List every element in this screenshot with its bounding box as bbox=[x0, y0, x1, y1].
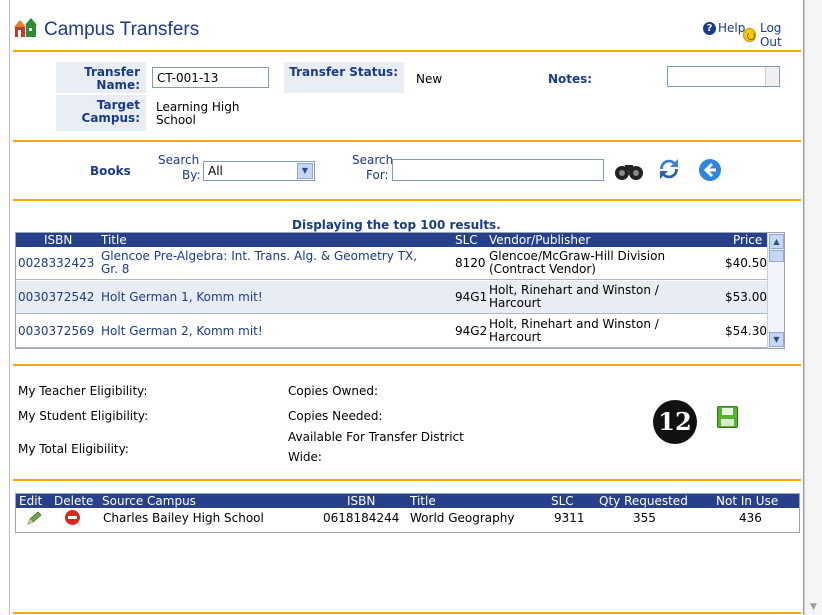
title-link[interactable]: Holt German 1, Komm mit! bbox=[101, 291, 263, 304]
logout-label: Log Out bbox=[759, 21, 782, 49]
help-icon: ? bbox=[703, 21, 716, 35]
section-divider bbox=[13, 140, 801, 142]
slc-cell: 94G2 bbox=[455, 324, 488, 338]
section-divider bbox=[13, 364, 801, 366]
section-divider bbox=[13, 479, 801, 481]
transfer-requests-grid: Edit Delete Source Campus ISBN Title SLC… bbox=[15, 493, 800, 533]
search-by-selected: All bbox=[208, 164, 223, 178]
transfer-name-input[interactable] bbox=[152, 67, 269, 88]
save-icon[interactable] bbox=[717, 406, 738, 428]
qty-requested-cell: 355 bbox=[633, 511, 656, 525]
transfer-name-label: Transfer Name: bbox=[56, 62, 146, 93]
section-divider bbox=[13, 50, 801, 52]
vendor-cell-line2: Harcourt bbox=[489, 296, 542, 310]
books-section-label: Books bbox=[90, 164, 131, 178]
results-grid: ISBN Title SLC Vendor/Publisher Price 00… bbox=[15, 232, 785, 349]
results-grid-header: ISBN Title SLC Vendor/Publisher Price bbox=[16, 233, 769, 247]
column-header-slc[interactable]: SLC bbox=[455, 233, 478, 247]
vendor-cell-line2: Harcourt bbox=[489, 330, 542, 344]
logout-link[interactable]: Log Out bbox=[743, 21, 803, 49]
notes-label: Notes: bbox=[548, 72, 593, 86]
available-transfer-label-line2: Wide: bbox=[288, 450, 322, 464]
price-cell: $54.30 bbox=[725, 324, 767, 338]
search-input[interactable] bbox=[392, 159, 604, 181]
campus-transfers-icon bbox=[14, 18, 37, 37]
total-eligibility-label: My Total Eligibility: bbox=[18, 442, 129, 456]
isbn-link[interactable]: 0028332423 bbox=[18, 257, 94, 270]
transfer-status-label: Transfer Status: bbox=[284, 62, 404, 93]
slc-cell: 8120 bbox=[455, 256, 486, 270]
search-for-label-line1: Search bbox=[352, 153, 394, 167]
slc-cell: 94G1 bbox=[455, 290, 488, 304]
column-header-price[interactable]: Price bbox=[733, 233, 762, 247]
scroll-down-icon[interactable]: ▼ bbox=[808, 602, 819, 613]
transfer-requests-header: Edit Delete Source Campus ISBN Title SLC… bbox=[16, 494, 799, 508]
title-link[interactable]: Glencoe Pre-Algebra: Int. Trans. Alg. & … bbox=[101, 250, 417, 263]
column-header-qty-requested: Qty Requested bbox=[599, 494, 688, 508]
logout-icon bbox=[743, 28, 756, 42]
app-frame: Campus Transfers ? Help Log Out Transfer… bbox=[9, 0, 804, 615]
section-divider bbox=[13, 612, 801, 614]
table-row: Charles Bailey High School 0618184244 Wo… bbox=[16, 508, 799, 528]
teacher-eligibility-label: My Teacher Eligibility: bbox=[18, 384, 148, 398]
page-title: Campus Transfers bbox=[44, 19, 200, 40]
copies-owned-label: Copies Owned: bbox=[288, 384, 379, 398]
column-header-slc: SLC bbox=[551, 494, 574, 508]
target-campus-label: Target Campus: bbox=[56, 95, 146, 131]
column-header-edit: Edit bbox=[19, 494, 43, 508]
source-campus-cell: Charles Bailey High School bbox=[103, 511, 264, 525]
table-row[interactable]: 0030372569 Holt German 2, Komm mit! 94G2… bbox=[16, 315, 769, 348]
search-for-label-line2: For: bbox=[366, 168, 389, 182]
isbn-cell: 0618184244 bbox=[323, 511, 400, 525]
column-header-isbn[interactable]: ISBN bbox=[44, 233, 72, 247]
step-number-badge: 12 bbox=[653, 400, 697, 444]
scroll-thumb[interactable] bbox=[769, 250, 784, 262]
column-header-isbn: ISBN bbox=[347, 494, 376, 508]
table-row[interactable]: 0030372542 Holt German 1, Komm mit! 94G1… bbox=[16, 281, 769, 314]
scroll-up-icon[interactable]: ▲ bbox=[769, 234, 784, 249]
slc-cell: 9311 bbox=[554, 511, 585, 525]
copies-needed-label: Copies Needed: bbox=[288, 409, 383, 423]
search-by-label-line1: Search bbox=[158, 153, 200, 167]
notes-field[interactable] bbox=[667, 66, 780, 87]
binoculars-icon[interactable] bbox=[614, 160, 644, 182]
edit-pencil-icon[interactable] bbox=[26, 511, 42, 525]
table-row[interactable]: 0028332423 Glencoe Pre-Algebra: Int. Tra… bbox=[16, 247, 769, 280]
back-arrow-icon[interactable] bbox=[698, 158, 722, 182]
target-campus-value-line2: School bbox=[156, 113, 196, 127]
results-scrollbar[interactable]: ▲ ▼ bbox=[767, 233, 784, 348]
student-eligibility-label: My Student Eligibility: bbox=[18, 409, 149, 423]
delete-icon[interactable] bbox=[65, 510, 80, 525]
column-header-title: Title bbox=[410, 494, 436, 508]
search-by-label-line2: By: bbox=[182, 168, 201, 182]
column-header-delete: Delete bbox=[54, 494, 94, 508]
price-cell: $53.00 bbox=[725, 290, 767, 304]
column-header-source-campus: Source Campus bbox=[102, 494, 196, 508]
price-cell: $40.50 bbox=[725, 256, 767, 270]
results-title: Displaying the top 100 results. bbox=[292, 218, 501, 232]
search-by-select[interactable]: All ▼ bbox=[203, 161, 315, 181]
title-link-line2[interactable]: Gr. 8 bbox=[101, 263, 129, 276]
not-in-use-cell: 436 bbox=[739, 511, 762, 525]
refresh-icon[interactable] bbox=[656, 155, 682, 183]
chevron-down-icon: ▼ bbox=[297, 163, 313, 179]
vendor-cell-line2: (Contract Vendor) bbox=[489, 262, 596, 276]
isbn-link[interactable]: 0030372542 bbox=[18, 291, 94, 304]
available-transfer-label: Available For Transfer District bbox=[288, 430, 464, 444]
help-link[interactable]: ? Help bbox=[703, 21, 745, 35]
transfer-status-value: New bbox=[416, 72, 443, 86]
column-header-title[interactable]: Title bbox=[101, 233, 127, 247]
app-header: Campus Transfers ? Help Log Out bbox=[10, 0, 803, 50]
notes-spinner[interactable] bbox=[765, 67, 779, 86]
isbn-link[interactable]: 0030372569 bbox=[18, 325, 94, 338]
title-link[interactable]: Holt German 2, Komm mit! bbox=[101, 325, 263, 338]
column-header-vendor[interactable]: Vendor/Publisher bbox=[489, 233, 590, 247]
section-divider bbox=[13, 199, 801, 201]
page-scrollbar[interactable]: ▼ bbox=[804, 0, 822, 615]
help-label: Help bbox=[718, 21, 746, 35]
title-cell: World Geography bbox=[410, 511, 515, 525]
scroll-down-icon[interactable]: ▼ bbox=[769, 332, 784, 347]
column-header-not-in-use: Not In Use bbox=[716, 494, 779, 508]
